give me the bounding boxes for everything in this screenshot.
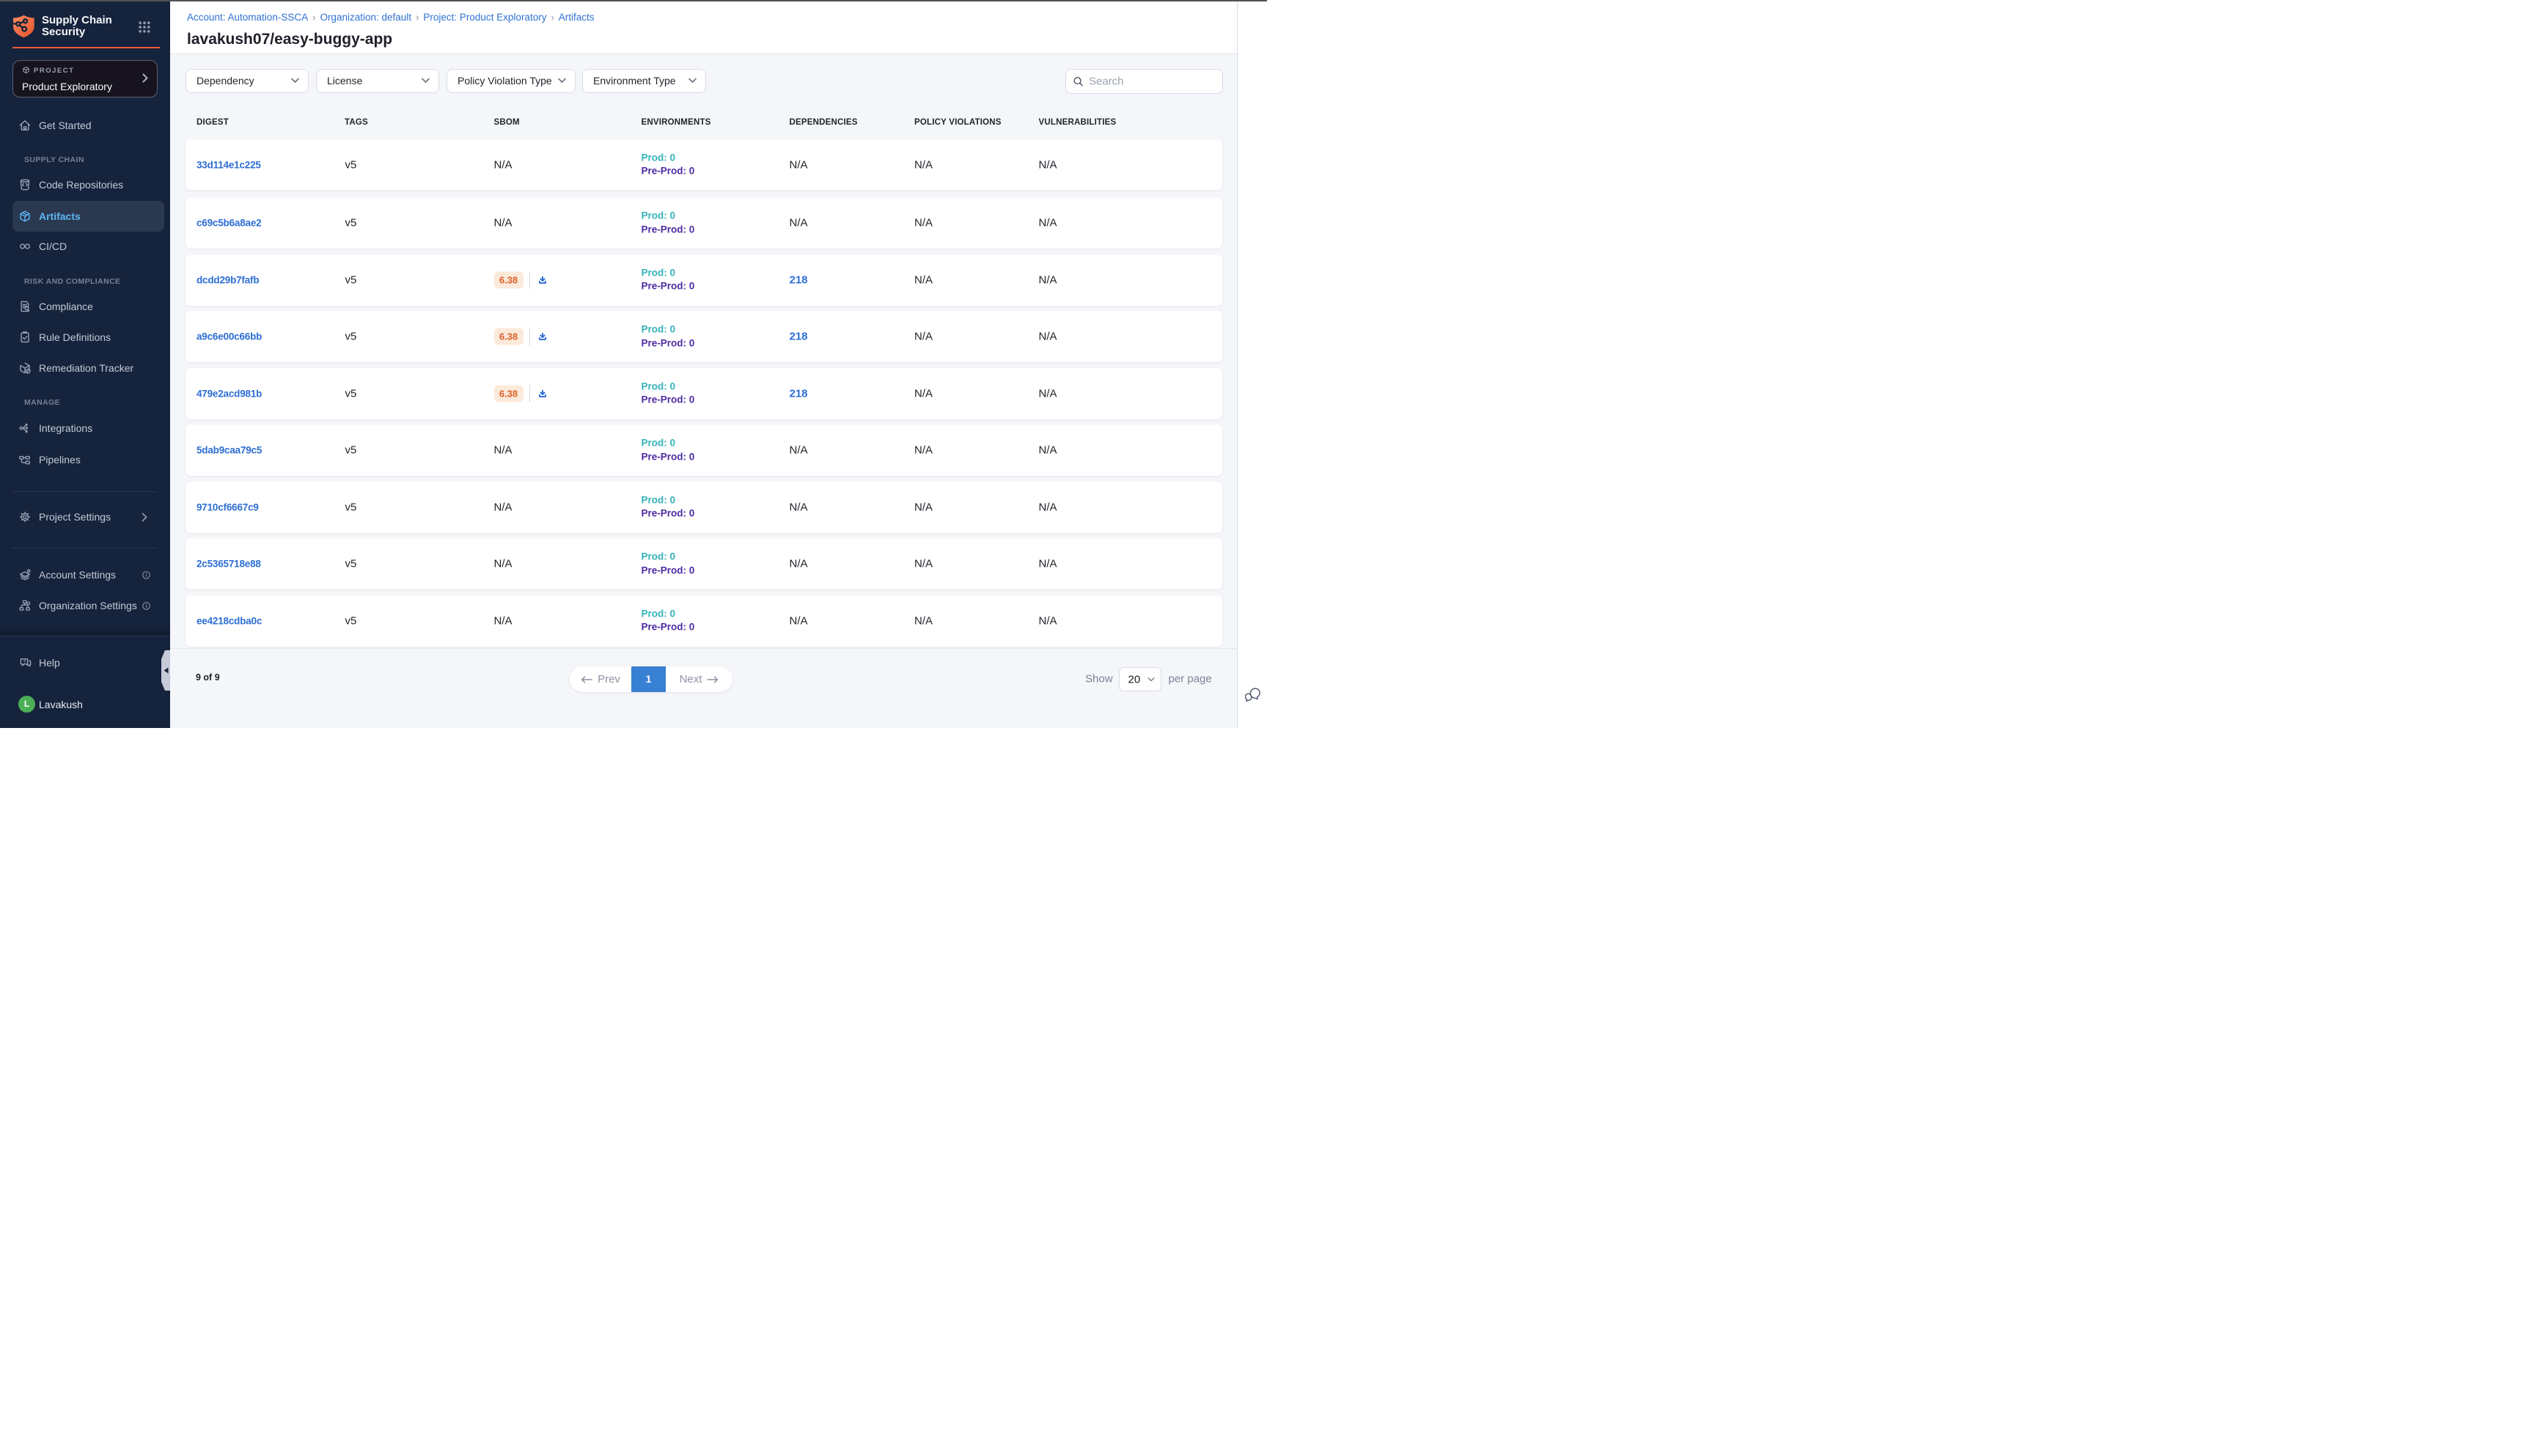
svg-text:?: ?: [23, 660, 26, 665]
